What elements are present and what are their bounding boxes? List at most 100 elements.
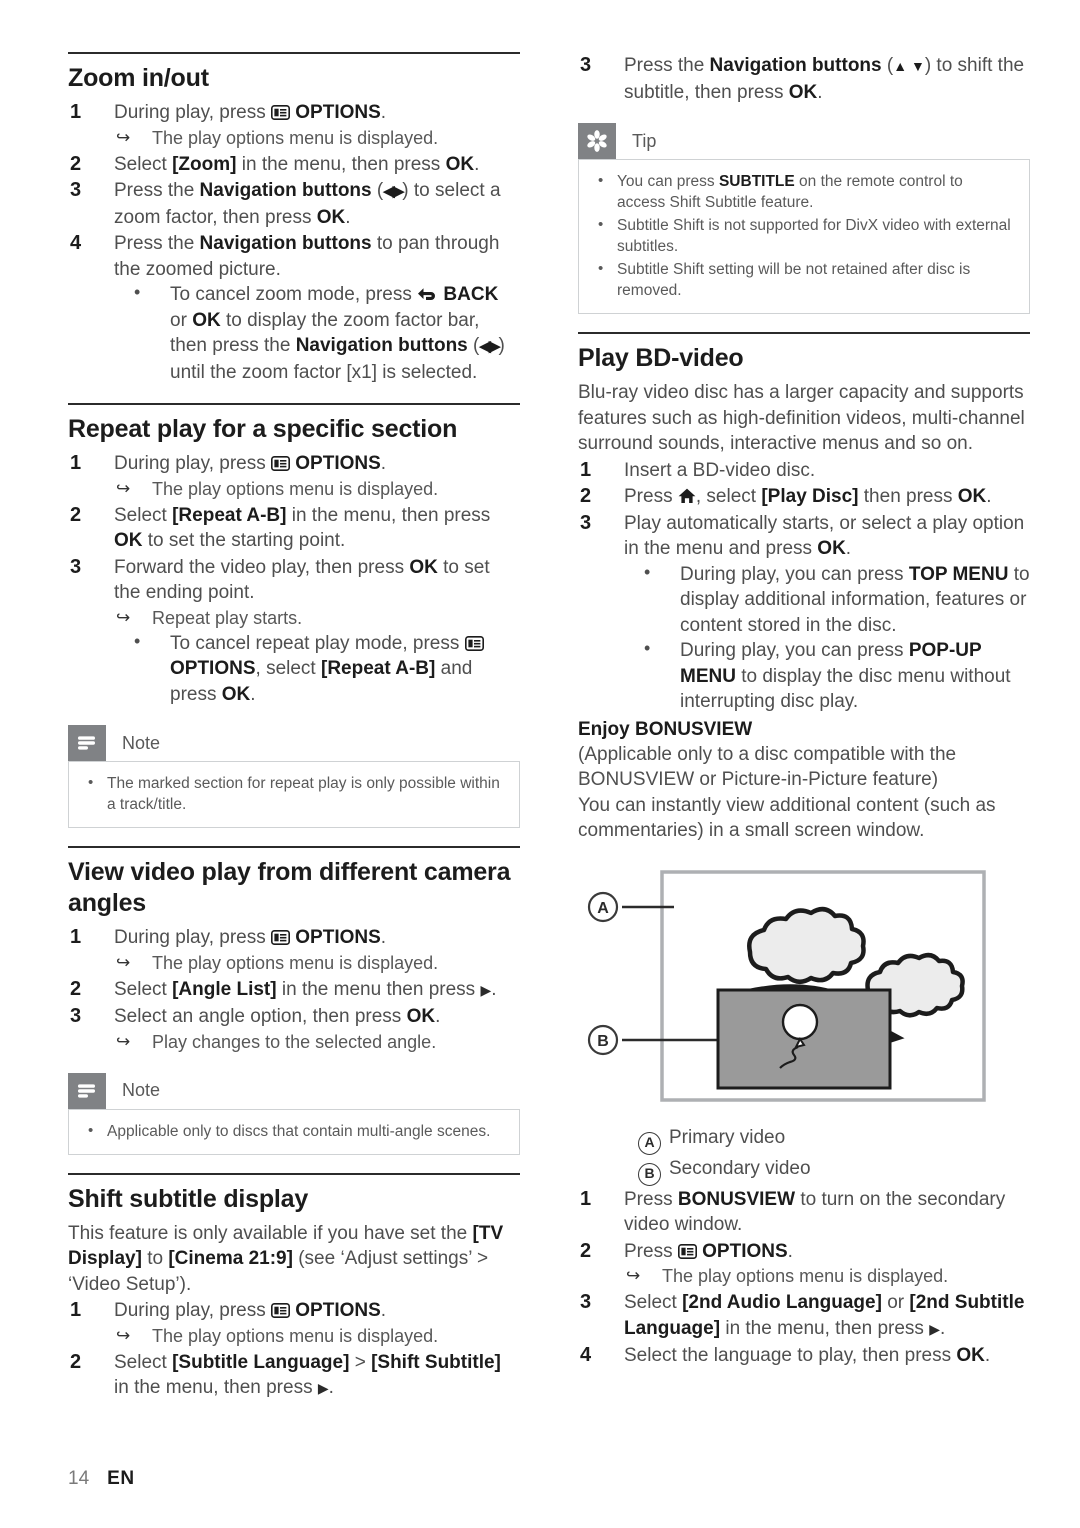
callout-tab: Tip (578, 123, 1030, 159)
step-number: 3 (580, 1291, 592, 1313)
step-text: Select the language to play, then press … (624, 1345, 991, 1366)
step-item: 3 Select [2nd Audio Language] or [2nd Su… (578, 1290, 1030, 1342)
note-callout: Note • The marked section for repeat play… (68, 725, 520, 828)
step-item: 1 During play, press OPTIONS. ↪ The play … (68, 925, 520, 976)
step-result: ↪ The play options menu is displayed. (114, 951, 520, 976)
step-number: 4 (70, 232, 82, 254)
nav-lr-icon: ◀▶ (383, 183, 404, 200)
step-item: 2 Select [Zoom] in the menu, then press … (68, 152, 520, 178)
step-item: 1 During play, press OPTIONS. ↪ The play … (68, 1298, 520, 1349)
bullet-icon: • (644, 638, 651, 658)
bonusview-body: You can instantly view additional conten… (578, 794, 996, 842)
step-text: During play, press OPTIONS. (114, 453, 387, 474)
step-number: 3 (70, 555, 82, 578)
bullet-icon: • (134, 282, 141, 302)
callout-title: Tip (632, 130, 657, 151)
step-text: During play, press OPTIONS. (114, 1300, 387, 1321)
step-item: 1 During play, press OPTIONS. ↪ The play … (68, 100, 520, 151)
list-item: • Subtitle Shift is not supported for Div… (598, 216, 1011, 255)
result-arrow-icon: ↪ (116, 607, 131, 627)
result-arrow-icon: ↪ (116, 478, 131, 498)
step-number: 3 (580, 511, 592, 534)
svg-text:A: A (597, 900, 609, 917)
step-number: 1 (580, 1187, 592, 1210)
step-text: Select [Zoom] in the menu, then press OK… (114, 153, 480, 175)
bullet-icon: • (644, 561, 651, 582)
step-number: 1 (580, 458, 592, 481)
step-text: Press BONUSVIEW to turn on the secondary… (624, 1188, 1006, 1236)
step-number: 2 (70, 503, 82, 526)
step-item: 1 During play, press OPTIONS. ↪ The play … (68, 451, 520, 502)
result-arrow-icon: ↪ (626, 1266, 641, 1285)
options-icon (464, 635, 484, 651)
left-column: Zoom in/out 1 During play, press OPTIONS… (68, 52, 520, 1402)
step-number: 1 (70, 101, 82, 123)
step-item: 2 Select [Subtitle Language] > [Shift Su… (68, 1350, 520, 1402)
step-number: 2 (70, 977, 82, 1000)
step-result: ↪ The play options menu is displayed. (624, 1264, 1030, 1289)
step-text: Press OPTIONS. (624, 1240, 793, 1262)
step-result: ↪ Repeat play starts. (114, 606, 520, 631)
legend-marker-b: B (638, 1162, 661, 1186)
step-sub-bullet: • During play, you can press POP-UP MENU … (644, 638, 1011, 712)
subsection-heading-bonusview: Enjoy BONUSVIEW (578, 718, 753, 740)
back-icon (417, 286, 438, 302)
section-heading-repeat: Repeat play for a specific section (68, 415, 458, 443)
step-result: ↪ The play options menu is displayed. (114, 477, 520, 502)
step-number: 3 (70, 179, 82, 201)
step-number: 1 (70, 452, 82, 474)
step-item: 1 Insert a BD-video disc. (578, 458, 1030, 484)
step-item: 2 Press , select [Play Disc] then press … (578, 484, 1030, 510)
svg-text:B: B (597, 1033, 609, 1050)
step-number: 2 (70, 152, 82, 175)
bullet-icon: • (134, 630, 141, 651)
step-item: 2 Select [Angle List] in the menu then p… (68, 977, 520, 1004)
section-divider (68, 1172, 520, 1175)
callout-list: • Applicable only to discs that contain m… (83, 1121, 505, 1142)
page-number: 14 (68, 1468, 90, 1489)
pip-illustration: A B (587, 869, 986, 1102)
repeat-steps: 1 During play, press OPTIONS. ↪ The play … (68, 451, 520, 707)
step-text: Select [Subtitle Language] > [Shift Subt… (114, 1351, 501, 1399)
list-item: • Applicable only to discs that contain m… (88, 1121, 491, 1140)
page-footer: 14 EN (68, 1468, 135, 1490)
step-item: 3 Select an angle option, then press OK.… (68, 1004, 520, 1055)
step-text: During play, press OPTIONS. (114, 102, 387, 123)
step-number: 2 (70, 1350, 82, 1373)
step-text: Select an angle option, then press OK. (114, 1006, 441, 1027)
step-number: 3 (70, 1005, 82, 1027)
list-item: • Subtitle Shift setting will be not reta… (598, 260, 971, 299)
step-sub-bullet: • To cancel zoom mode, press BACK or OK t… (134, 282, 505, 383)
right-arrow-icon: ▶ (929, 1320, 940, 1337)
section-heading-bd-video: Play BD-video (578, 344, 744, 372)
note-callout: Note • Applicable only to discs that cont… (68, 1072, 520, 1155)
step-result: ↪ Play changes to the selected angle. (114, 1030, 520, 1055)
step-item: 4 Select the language to play, then pres… (578, 1343, 1030, 1369)
bullet-icon: • (598, 216, 604, 233)
step-text: Select [2nd Audio Language] or [2nd Subt… (624, 1292, 1025, 1339)
result-arrow-icon: ↪ (116, 1325, 131, 1345)
shift-steps: 1 During play, press OPTIONS. ↪ The play … (68, 1298, 520, 1402)
result-arrow-icon: ↪ (116, 1031, 131, 1051)
bonusview-steps: 1 Press BONUSVIEW to turn on the seconda… (578, 1187, 1030, 1369)
tip-callout: Tip • You can press SUBTITLE on the remot… (578, 123, 1030, 314)
callout-tab: Note (68, 725, 520, 761)
section-divider (68, 403, 520, 405)
step-number: 1 (70, 1299, 82, 1321)
section-divider (68, 52, 520, 54)
step-sub-bullet: • To cancel repeat play mode, press OPTIO… (114, 631, 520, 708)
asterisk-icon (578, 123, 616, 159)
step-sub-bullet: • During play, you can press TOP MENU to … (644, 561, 1030, 636)
options-icon (271, 1303, 290, 1318)
callout-body: • The marked section for repeat play is o… (68, 761, 520, 828)
step-number: 2 (580, 485, 592, 507)
legend-label: Primary video (669, 1126, 786, 1148)
step-number: 3 (580, 54, 592, 76)
shift-intro: This feature is only available if you ha… (68, 1222, 504, 1295)
note-icon (68, 725, 106, 761)
step-text: Press the Navigation buttons (◀▶) to sel… (114, 180, 501, 228)
callout-title: Note (122, 1080, 161, 1100)
bd-intro: Blu-ray video disc has a larger capacity… (578, 382, 1025, 454)
step-text: Insert a BD-video disc. (624, 459, 816, 481)
callout-body: • Applicable only to discs that contain m… (68, 1108, 520, 1155)
